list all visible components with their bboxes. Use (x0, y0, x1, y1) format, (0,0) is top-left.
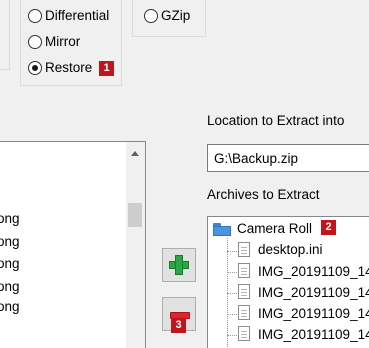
radio-differential-label[interactable]: Differential (45, 8, 109, 23)
left-group-edge (0, 0, 10, 70)
list-item[interactable]: ong (0, 299, 20, 314)
source-list[interactable]: ong ong ong ong ong (0, 141, 146, 348)
scroll-thumb[interactable] (128, 203, 142, 227)
file-icon (238, 263, 250, 278)
source-list-scrollbar[interactable] (126, 142, 145, 348)
callout-badge-3: 3 (171, 318, 186, 333)
list-item[interactable]: ong (0, 211, 20, 226)
add-archive-button[interactable] (162, 248, 196, 282)
file-icon (238, 242, 250, 257)
tree-item[interactable]: IMG_20191109_14 (258, 306, 369, 321)
radio-gzip[interactable] (144, 9, 158, 23)
radio-mirror[interactable] (28, 35, 42, 49)
file-icon (238, 284, 250, 299)
radio-mirror-label[interactable]: Mirror (45, 34, 80, 49)
archives-label: Archives to Extract (207, 187, 320, 202)
tree-root-label[interactable]: Camera Roll (237, 221, 312, 236)
tree-item[interactable]: IMG_20191109_14 (258, 327, 369, 342)
tree-item[interactable]: IMG_20191109_14 (258, 264, 369, 279)
callout-badge-1: 1 (99, 61, 114, 76)
list-item[interactable]: ong (0, 279, 20, 294)
file-icon (238, 326, 250, 341)
location-label: Location to Extract into (207, 113, 345, 128)
scroll-up-arrow-icon[interactable] (131, 151, 139, 156)
tree-item[interactable]: IMG_20191109_14 (258, 285, 369, 300)
radio-restore-label[interactable]: Restore (45, 60, 92, 75)
list-item[interactable]: ong (0, 234, 20, 249)
radio-differential[interactable] (28, 9, 42, 23)
location-input[interactable]: G:\Backup.zip (207, 144, 369, 172)
file-icon (238, 305, 250, 320)
radio-gzip-label[interactable]: GZip (161, 8, 190, 23)
radio-restore-dot (32, 65, 38, 71)
list-item[interactable]: ong (0, 256, 20, 271)
folder-icon (213, 223, 231, 236)
callout-badge-2: 2 (321, 220, 336, 235)
location-input-value: G:\Backup.zip (214, 151, 299, 166)
radio-restore[interactable] (28, 61, 42, 75)
tree-item[interactable]: desktop.ini (258, 242, 323, 257)
